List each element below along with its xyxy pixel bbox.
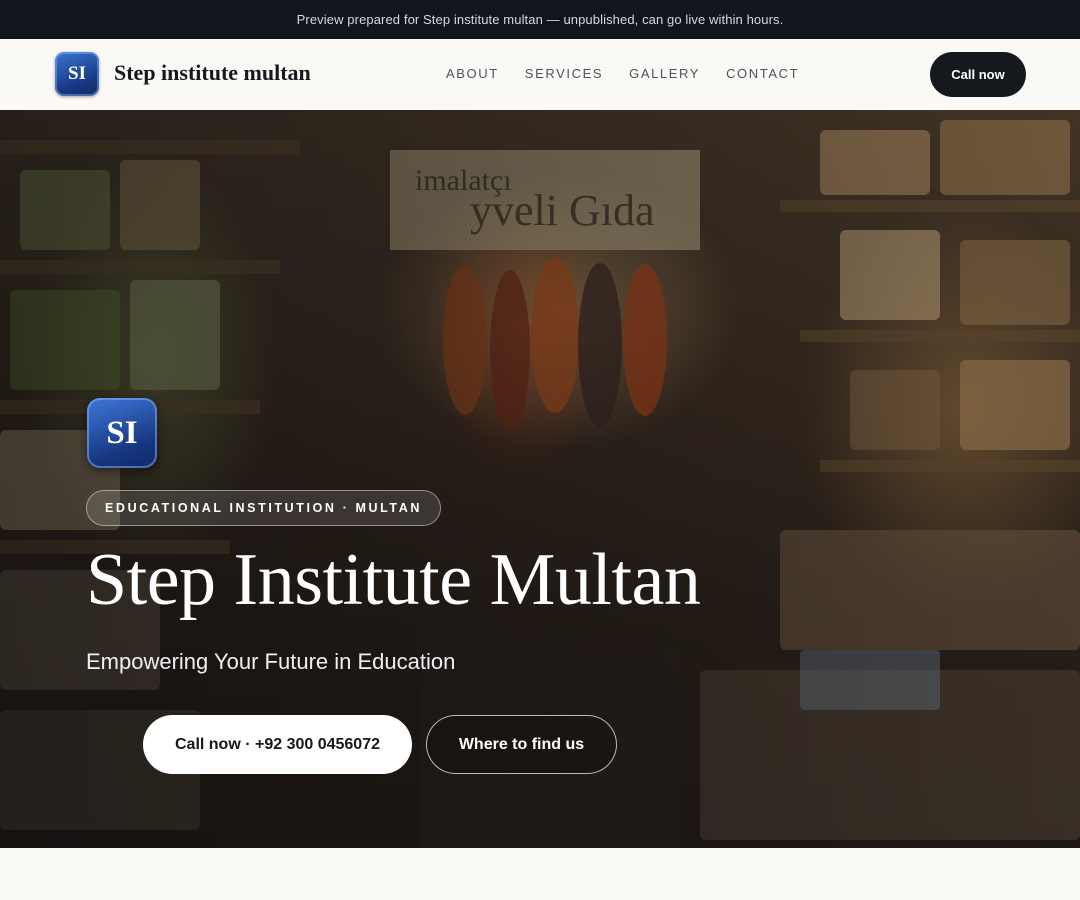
nav-gallery-link[interactable]: GALLERY	[629, 66, 700, 81]
brand-name[interactable]: Step institute multan	[114, 60, 311, 86]
hero-section: imalatçı yveli Gıda SI EDUCA	[0, 110, 1080, 848]
category-badge: EDUCATIONAL INSTITUTION · MULTAN	[86, 490, 441, 526]
brand-logo[interactable]: SI	[55, 52, 99, 96]
main-nav: ABOUT SERVICES GALLERY CONTACT	[446, 66, 799, 81]
call-phone-button[interactable]: Call now · +92 300 0456072	[143, 715, 412, 774]
hero-title: Step Institute Multan	[86, 539, 701, 621]
where-to-find-us-button[interactable]: Where to find us	[426, 715, 617, 774]
call-now-button[interactable]: Call now	[930, 52, 1026, 97]
preview-banner: Preview prepared for Step institute mult…	[0, 0, 1080, 39]
preview-banner-text: Preview prepared for Step institute mult…	[296, 12, 784, 27]
nav-about-link[interactable]: ABOUT	[446, 66, 499, 81]
site-header: SI Step institute multan ABOUT SERVICES …	[0, 39, 1080, 111]
hero-logo: SI	[87, 398, 157, 468]
nav-services-link[interactable]: SERVICES	[525, 66, 603, 81]
hero-subtitle: Empowering Your Future in Education	[86, 649, 456, 674]
nav-contact-link[interactable]: CONTACT	[726, 66, 799, 81]
